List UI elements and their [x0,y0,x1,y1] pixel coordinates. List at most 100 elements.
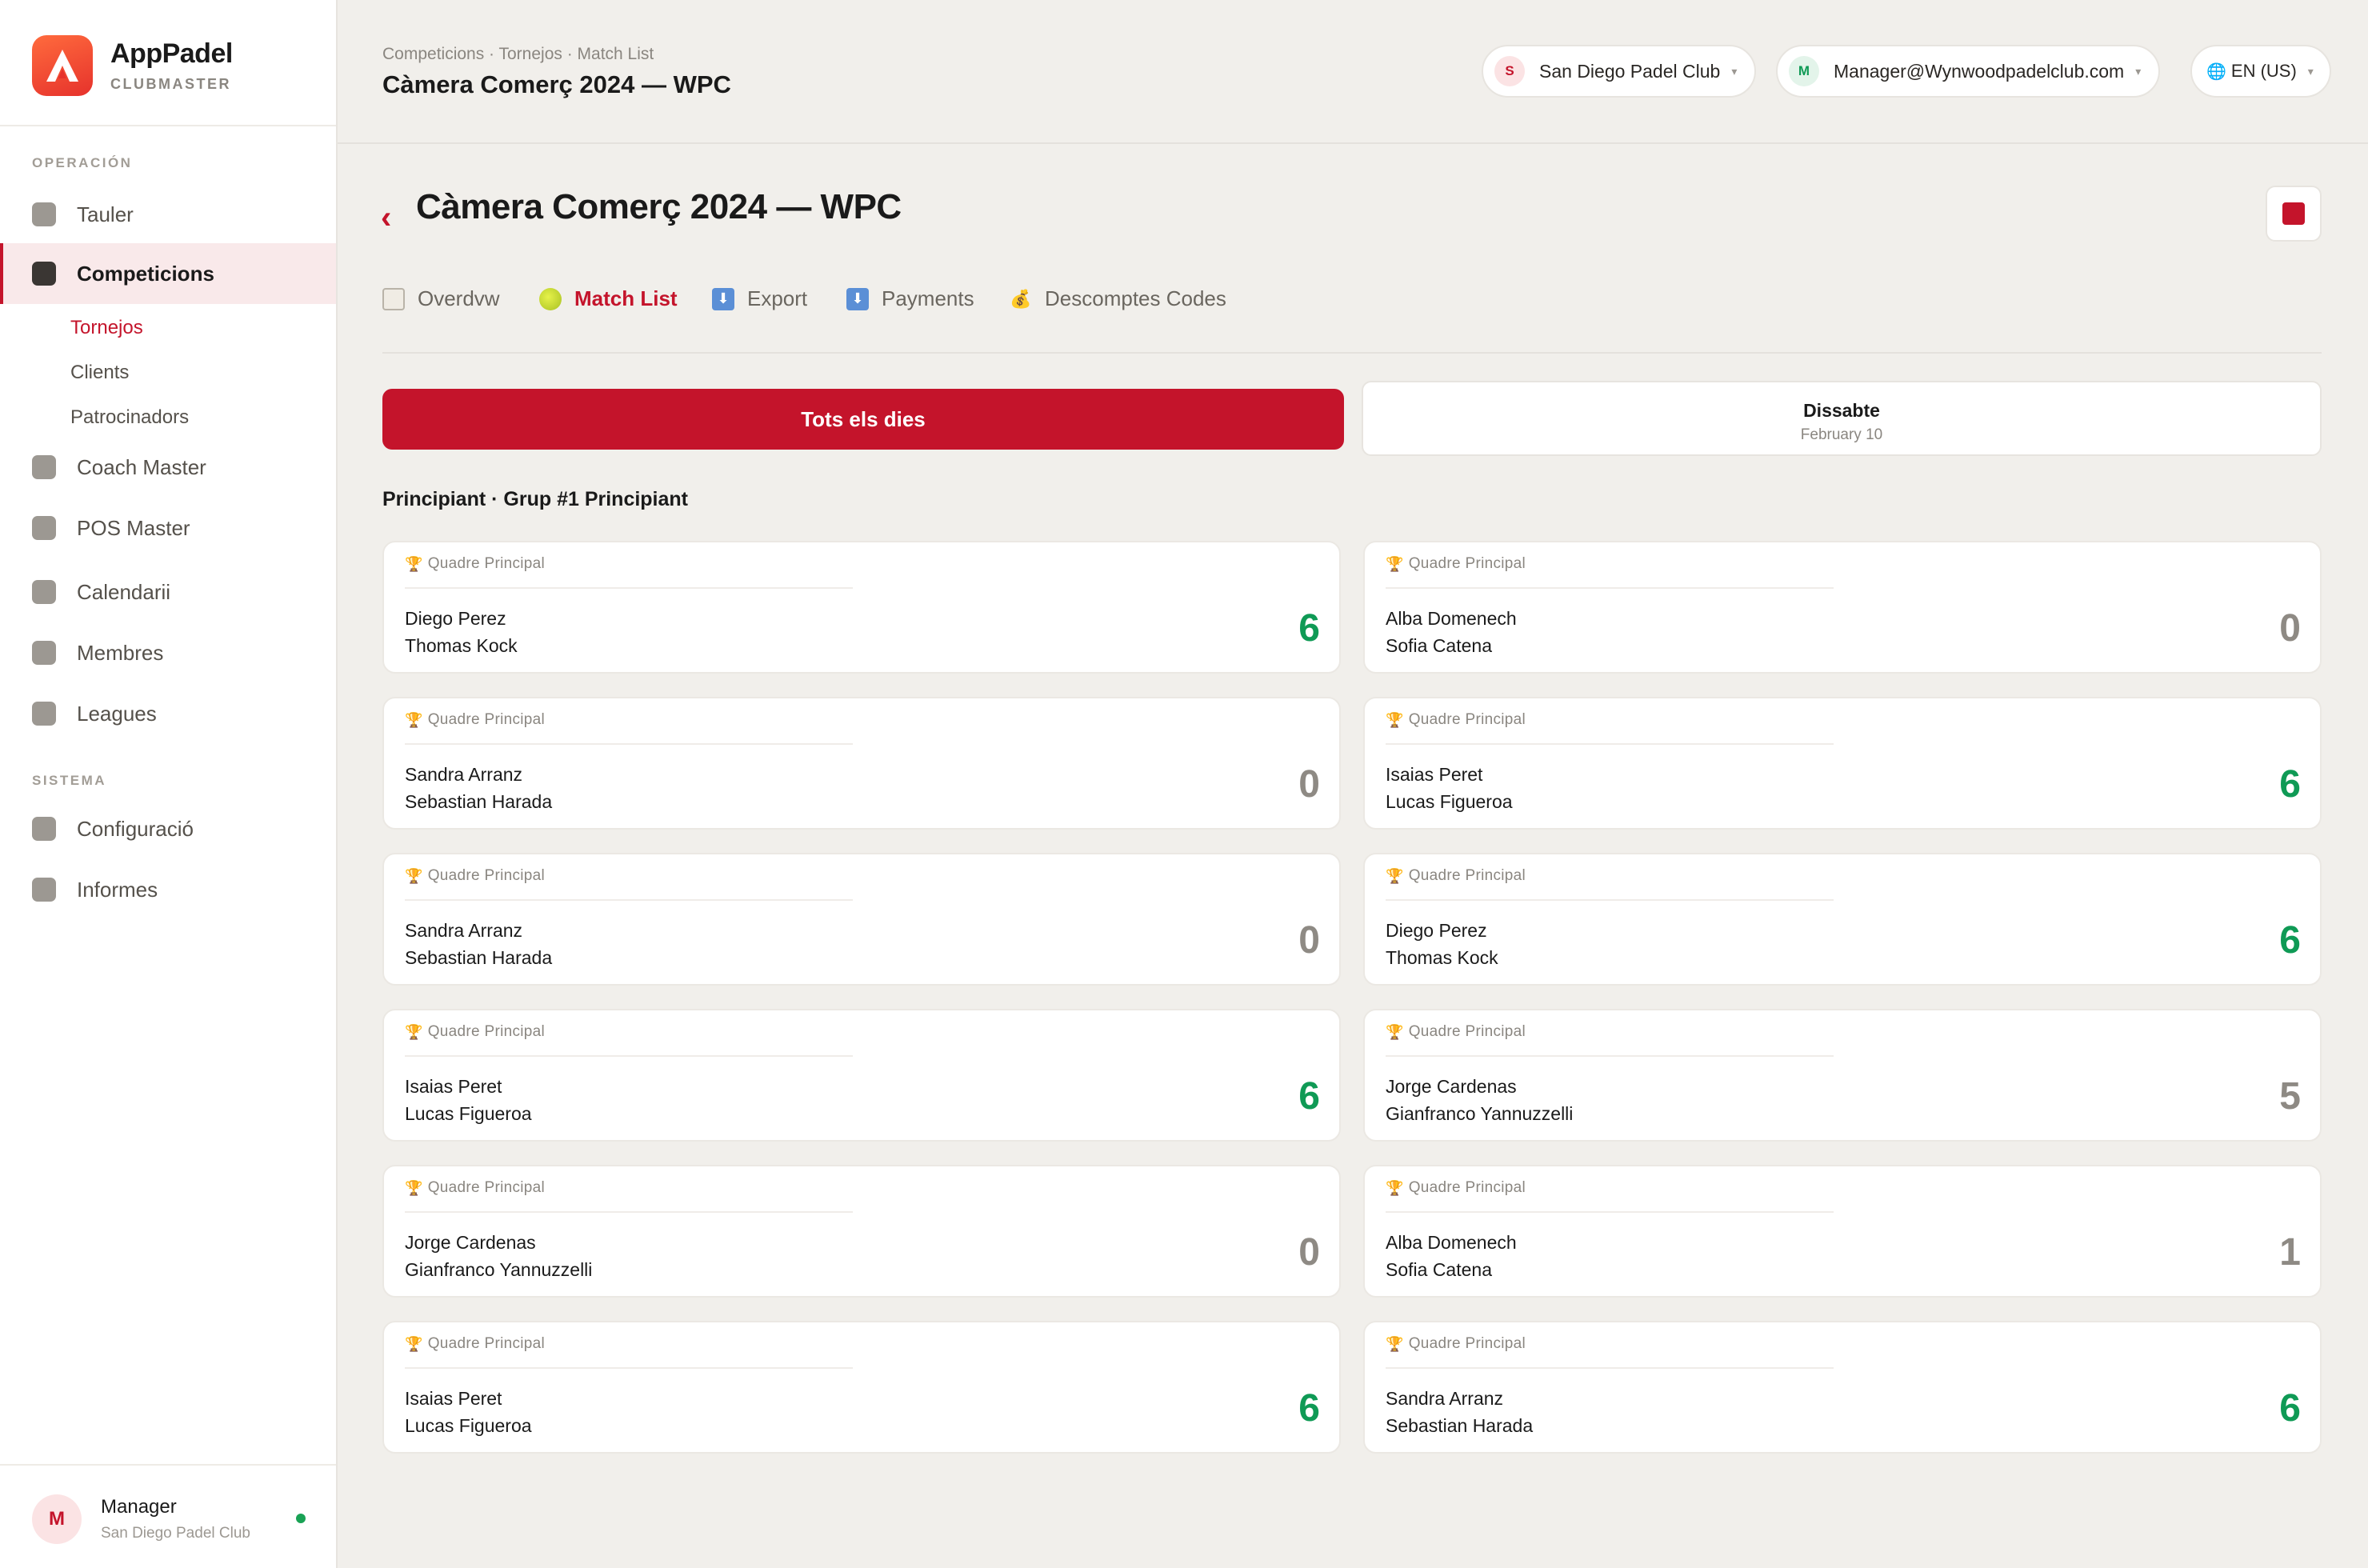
match-category: 🏆 Quadre Principal [1386,1335,1526,1353]
match-score: 6 [2279,763,2301,806]
match-category-label: Quadre Principal [1408,867,1526,884]
player-1: Diego Perez [1386,920,1487,941]
player-1: Isaias Peret [405,1076,502,1097]
sidebar-item-leagues[interactable]: Leagues [0,683,336,744]
sidebar-subitem-patrocinadors[interactable]: Patrocinadors [70,406,189,429]
download-arrow-icon: ⬇ [712,287,734,310]
divider [1386,743,1834,745]
sidebar-item-pos-master[interactable]: POS Master [0,498,336,558]
user-selector-label: Manager@Wynwoodpadelclub.com [1834,60,2125,82]
match-score: 6 [2279,1387,2301,1430]
sidebar-subitem-clients[interactable]: Clients [70,362,129,384]
match-card[interactable]: 🏆 Quadre Principal Jorge Cardenas Gianfranc… [382,1165,1341,1298]
trophy-icon: 🏆 [1386,1023,1404,1040]
match-card[interactable]: 🏆 Quadre Principal Alba Domenech Sofia Cate… [1363,1165,2322,1298]
sidebar-item-configuracio[interactable]: Configuració [0,798,336,859]
coach-master-icon [32,455,56,479]
match-card[interactable]: 🏆 Quadre Principal Jorge Cardenas Gianfranc… [1363,1009,2322,1142]
breadcrumb[interactable]: Competicions · Tornejos · Match List [382,45,654,64]
match-card[interactable]: 🏆 Quadre Principal Diego Perez Thomas Kock 6 [1363,853,2322,986]
online-status-icon [296,1514,306,1523]
match-score: 0 [1298,919,1320,962]
match-card[interactable]: 🏆 Quadre Principal Isaias Peret Lucas Figue… [382,1009,1341,1142]
player-1: Jorge Cardenas [405,1232,536,1253]
match-score: 0 [1298,1231,1320,1274]
money-bag-icon: 💰 [1010,288,1032,309]
match-category-label: Quadre Principal [427,1335,546,1352]
sidebar-item-label: POS Master [77,515,190,540]
sidebar-item-informes[interactable]: Informes [0,859,336,920]
stop-button[interactable] [2266,186,2322,242]
sidebar-item-label: Tauler [77,202,134,226]
apppadel-logo-icon [32,35,93,96]
day-name: Dissabte [1803,400,1880,421]
tab-match-list[interactable]: Match List [539,286,678,311]
match-score: 0 [1298,763,1320,806]
sidebar-item-label: Coach Master [77,454,206,479]
trophy-icon: 🏆 [1386,711,1404,728]
player-2: Gianfranco Yannuzzelli [1386,1103,1574,1124]
divider [1386,899,1834,901]
leagues-icon [32,702,56,726]
trophy-icon: 🏆 [405,1179,423,1196]
tab-payments[interactable]: ⬇ Payments [846,286,974,311]
back-button[interactable]: ‹ [381,200,391,236]
pos-master-icon [32,516,56,540]
sidebar-item-competicions[interactable]: Competicions [0,243,336,304]
match-category-label: Quadre Principal [427,711,546,728]
match-card[interactable]: 🏆 Quadre Principal Sandra Arranz Sebastian … [382,853,1341,986]
brand-name: AppPadel [110,38,233,69]
sidebar-item-tauler[interactable]: Tauler [0,184,336,245]
match-card[interactable]: 🏆 Quadre Principal Sandra Arranz Sebastian … [382,697,1341,830]
match-category: 🏆 Quadre Principal [405,711,545,729]
settings-icon [32,817,56,841]
day-saturday-button[interactable]: Dissabte February 10 [1362,381,2322,456]
trophy-icon: 🏆 [1386,1179,1404,1196]
sidebar-item-label: Informes [77,877,158,902]
chevron-down-icon: ▾ [1731,64,1738,78]
brand[interactable]: AppPadel CLUBMASTER [32,34,233,98]
match-category-label: Quadre Principal [1408,555,1526,572]
sidebar: AppPadel CLUBMASTER OPERACIÓN Tauler Com… [0,0,338,1568]
section-label-operacion: OPERACIÓN [32,155,133,170]
sidebar-item-calendarii[interactable]: Calendarii [0,562,336,622]
stop-icon [2282,202,2305,225]
tauler-icon [32,202,56,226]
user-selector[interactable]: M Manager@Wynwoodpadelclub.com ▾ [1776,45,2161,98]
tab-export[interactable]: ⬇ Export [712,286,807,311]
club-selector[interactable]: S San Diego Padel Club ▾ [1482,45,1757,98]
player-2: Sebastian Harada [1386,1415,1534,1436]
calendar-icon [32,580,56,604]
club-avatar: S [1494,56,1525,86]
match-category: 🏆 Quadre Principal [405,1023,545,1041]
user-footer[interactable]: M Manager San Diego Padel Club [0,1464,336,1568]
match-card[interactable]: 🏆 Quadre Principal Diego Perez Thomas Kock 6 [382,541,1341,674]
tab-label: Match List [574,286,678,310]
globe-icon: 🌐 [2206,62,2226,81]
notepad-icon [382,287,405,310]
match-card[interactable]: 🏆 Quadre Principal Isaias Peret Lucas Figue… [382,1321,1341,1454]
tab-overview[interactable]: Overdvw [382,286,500,311]
user-club: San Diego Padel Club [101,1525,250,1542]
language-selector[interactable]: 🌐 EN (US) ▾ [2190,45,2331,98]
player-2: Lucas Figueroa [1386,791,1513,812]
player-2: Thomas Kock [1386,947,1498,968]
divider [1386,1211,1834,1213]
trophy-icon: 🏆 [1386,1335,1404,1352]
sidebar-item-membres[interactable]: Membres [0,622,336,683]
sidebar-subitem-tornejos[interactable]: Tornejos [70,317,143,339]
sidebar-item-coach-master[interactable]: Coach Master [0,437,336,498]
match-card[interactable]: 🏆 Quadre Principal Alba Domenech Sofia Cate… [1363,541,2322,674]
player-1: Isaias Peret [405,1388,502,1409]
match-card[interactable]: 🏆 Quadre Principal Isaias Peret Lucas Figue… [1363,697,2322,830]
match-card[interactable]: 🏆 Quadre Principal Sandra Arranz Sebastian … [1363,1321,2322,1454]
all-days-button[interactable]: Tots els dies [382,389,1344,450]
competicions-icon [32,262,56,286]
match-category: 🏆 Quadre Principal [405,555,545,573]
divider [405,587,853,589]
page-title: Càmera Comerç 2024 — WPC [416,187,902,226]
player-1: Sandra Arranz [1386,1388,1504,1409]
match-score: 5 [2279,1075,2301,1118]
tab-discount-codes[interactable]: 💰 Descomptes Codes [1010,286,1226,311]
match-category: 🏆 Quadre Principal [405,867,545,885]
